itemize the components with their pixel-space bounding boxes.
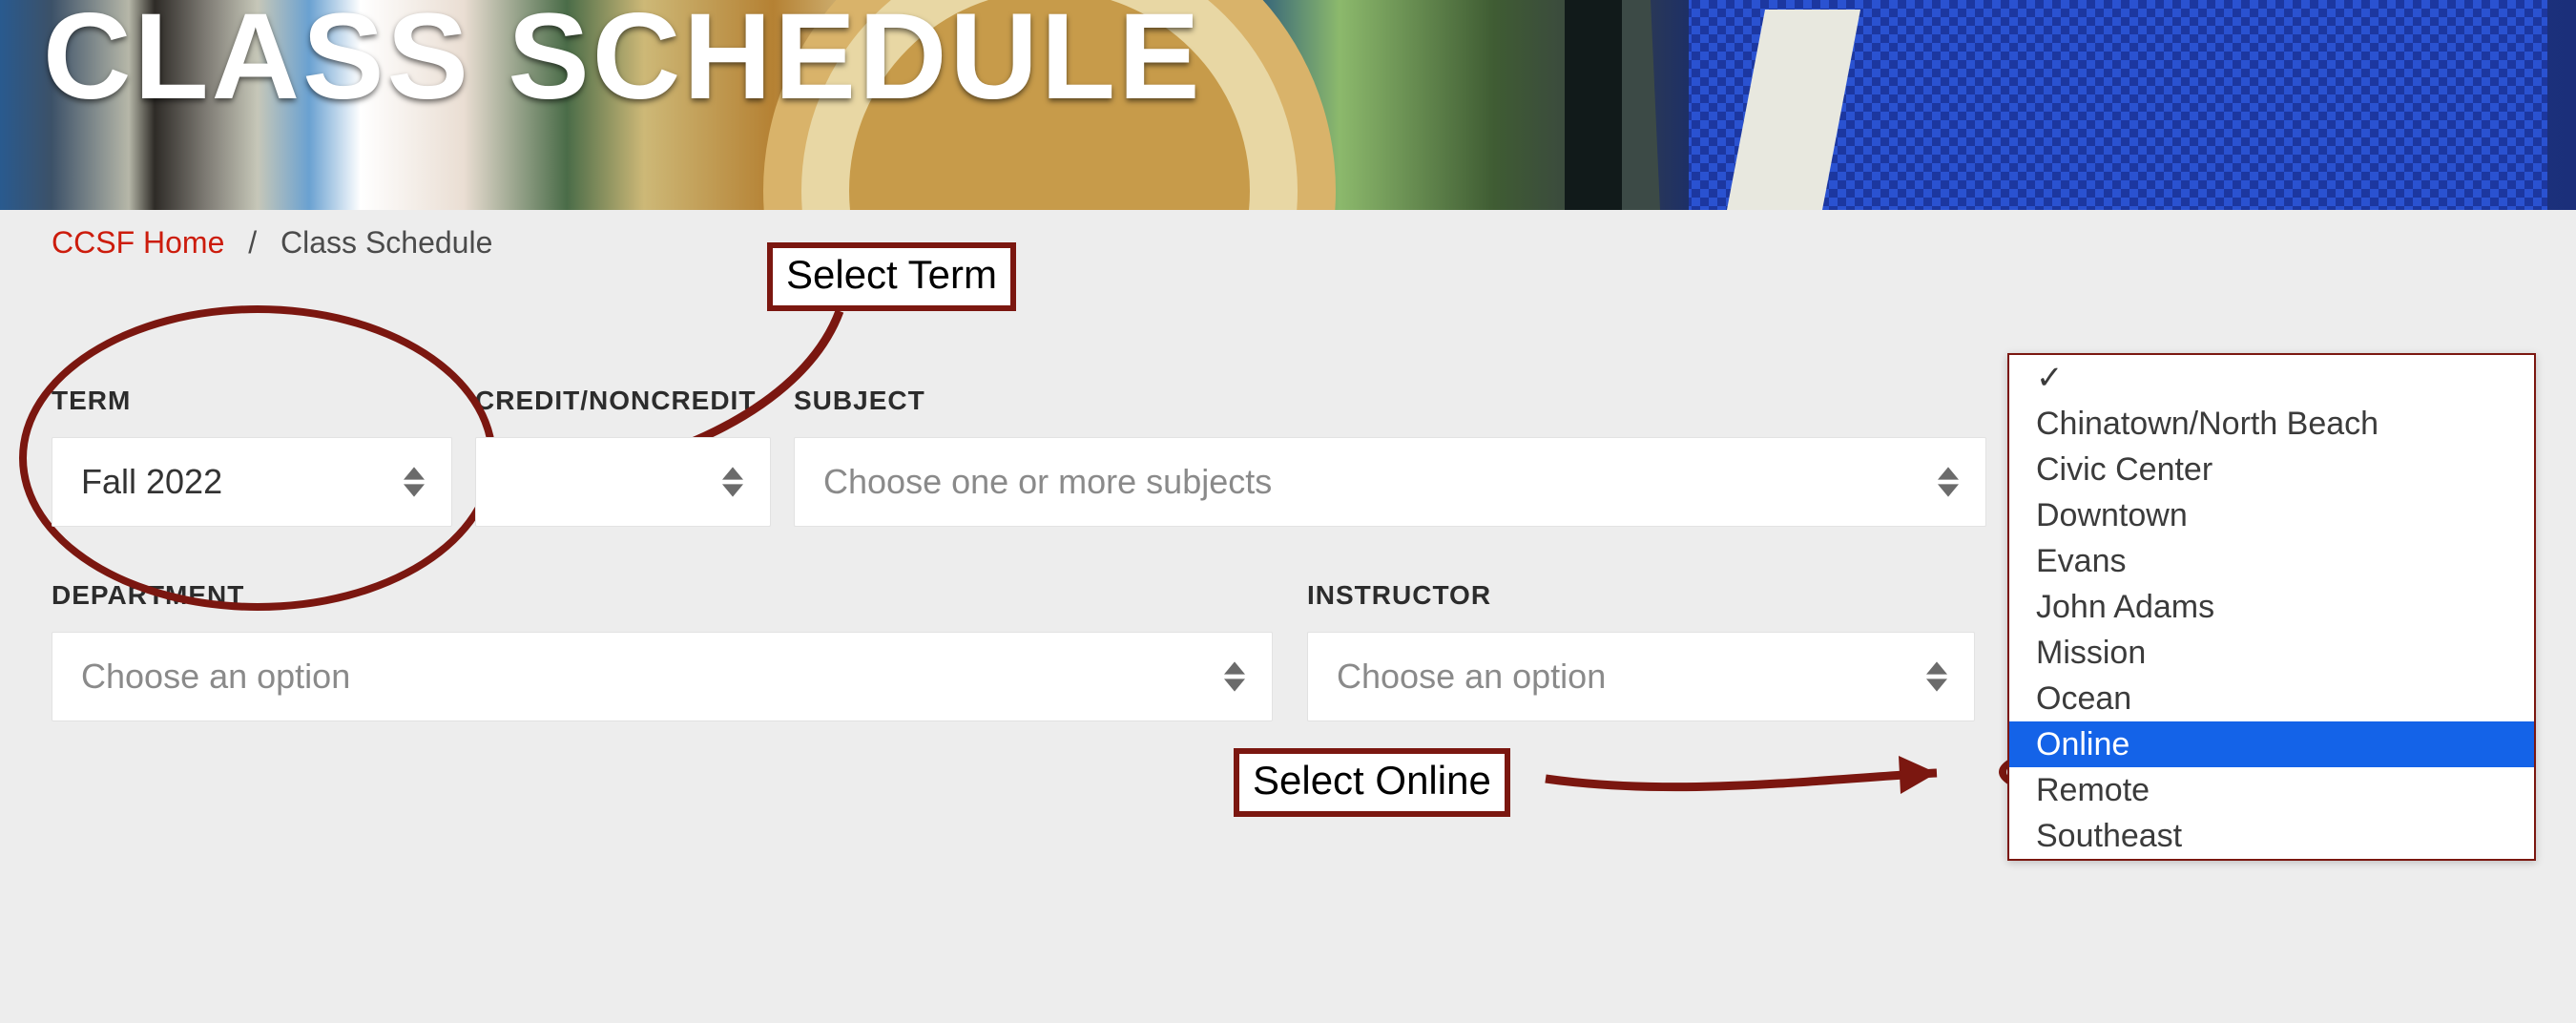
subject-select[interactable]: Choose one or more subjects	[794, 437, 1986, 527]
banner: CLASS SCHEDULE	[0, 0, 2576, 210]
annotation-select-online: Select Online	[1234, 748, 1510, 817]
credit-label: CREDIT/NONCREDIT	[475, 386, 771, 416]
breadcrumb-home-link[interactable]: CCSF Home	[52, 225, 224, 260]
department-select[interactable]: Choose an option	[52, 632, 1273, 721]
location-option[interactable]: Remote	[2009, 767, 2534, 813]
term-label: TERM	[52, 386, 452, 416]
location-option[interactable]: Evans	[2009, 538, 2534, 584]
location-option[interactable]: Ocean	[2009, 676, 2534, 721]
location-dropdown[interactable]: Chinatown/North BeachCivic CenterDowntow…	[2007, 353, 2536, 861]
location-option[interactable]: John Adams	[2009, 584, 2534, 630]
chevron-updown-icon	[404, 467, 425, 497]
subject-select-placeholder: Choose one or more subjects	[823, 462, 1272, 502]
instructor-select-placeholder: Choose an option	[1337, 657, 1606, 697]
location-option[interactable]	[2009, 355, 2534, 401]
instructor-select[interactable]: Choose an option	[1307, 632, 1975, 721]
term-select[interactable]: Fall 2022	[52, 437, 452, 527]
credit-select[interactable]	[475, 437, 771, 527]
term-select-value: Fall 2022	[81, 462, 222, 502]
department-label: DEPARTMENT	[52, 580, 1273, 611]
location-option[interactable]: Downtown	[2009, 492, 2534, 538]
chevron-updown-icon	[722, 467, 743, 497]
location-option[interactable]: Southeast	[2009, 813, 2534, 859]
chevron-updown-icon	[1224, 661, 1245, 692]
location-option[interactable]: Civic Center	[2009, 447, 2534, 492]
chevron-updown-icon	[1938, 467, 1959, 497]
page-title: CLASS SCHEDULE	[43, 0, 1202, 127]
location-option[interactable]: Mission	[2009, 630, 2534, 676]
breadcrumb-separator: /	[248, 225, 257, 260]
department-select-placeholder: Choose an option	[81, 657, 350, 697]
location-option[interactable]: Chinatown/North Beach	[2009, 401, 2534, 447]
breadcrumb: CCSF Home / Class Schedule	[0, 210, 2576, 271]
instructor-label: INSTRUCTOR	[1307, 580, 1975, 611]
location-option[interactable]: Online	[2009, 721, 2534, 767]
chevron-updown-icon	[1926, 661, 1947, 692]
annotation-arrow-online	[1536, 739, 1975, 815]
subject-label: SUBJECT	[794, 386, 1986, 416]
breadcrumb-current: Class Schedule	[280, 225, 492, 260]
